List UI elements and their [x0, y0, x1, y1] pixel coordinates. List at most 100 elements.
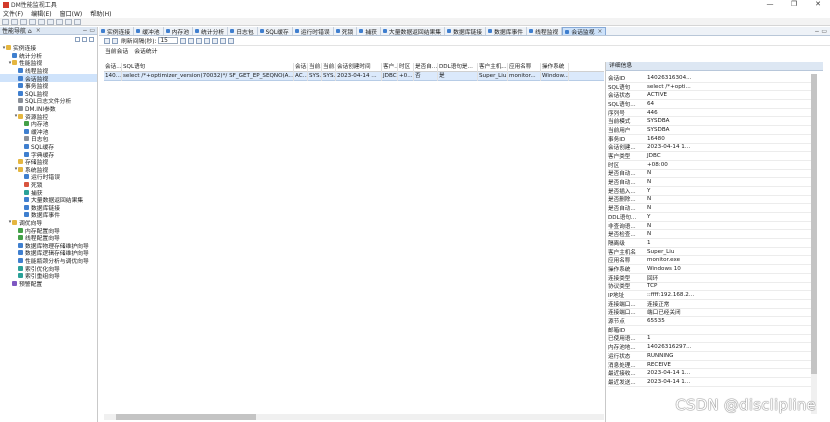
settings-icon[interactable]: [228, 37, 235, 44]
property-row[interactable]: 应用名称 monitor.exe: [608, 256, 813, 266]
link-icon[interactable]: [82, 36, 87, 42]
property-row[interactable]: 是否删除... N: [608, 196, 813, 205]
table-horizontal-scrollbar[interactable]: [104, 414, 604, 420]
tree-item[interactable]: DM.INI参数: [0, 105, 97, 113]
column-header[interactable]: 是否自...: [414, 62, 438, 72]
editor-tab[interactable]: 会话监视 ×: [562, 27, 607, 36]
property-row[interactable]: 事务ID 16480: [608, 135, 813, 144]
property-row[interactable]: 内存池地... 14026316297...: [608, 343, 813, 352]
refresh-icon[interactable]: [47, 18, 54, 25]
disconnect-icon[interactable]: [38, 18, 45, 25]
refresh-interval-stepper[interactable]: 15: [158, 37, 179, 44]
property-row[interactable]: 序列号 446: [608, 109, 813, 118]
property-row[interactable]: 连接端口... 连接正常: [608, 300, 813, 309]
property-row[interactable]: DDL语句... Y: [608, 213, 813, 222]
property-row[interactable]: 最近发送... 2023-04-14 1...: [608, 378, 813, 387]
navigation-panel-tab[interactable]: 性能导航 ⌂ × − ▭: [0, 27, 97, 35]
property-row[interactable]: 连接类型 回环: [608, 274, 813, 283]
editor-tab[interactable]: 运行时错误: [293, 27, 334, 36]
tree-item[interactable]: ▾ 性能监视: [0, 59, 97, 68]
property-row[interactable]: 客户类型 JDBC: [608, 152, 813, 161]
tree-item[interactable]: 死锁: [0, 181, 97, 189]
tree-item[interactable]: 字典缓存: [0, 150, 97, 159]
pin-icon[interactable]: [74, 18, 81, 25]
filter-icon[interactable]: [104, 37, 110, 44]
maximize-button[interactable]: ❐: [782, 0, 806, 9]
property-row[interactable]: 当前用户 SYSDBA: [608, 126, 813, 135]
stop-icon[interactable]: [196, 37, 203, 44]
column-header[interactable]: 会话...: [104, 62, 122, 72]
menu-help[interactable]: 帮助(H): [90, 9, 111, 18]
tree-item[interactable]: ▾ 实例连接: [0, 44, 97, 53]
menu-edit[interactable]: 编辑(E): [31, 9, 51, 18]
table-row[interactable]: 140... select /*+optimizer_version(70032)…: [104, 71, 604, 81]
editor-tab[interactable]: 实例连接: [99, 27, 135, 36]
editor-tab[interactable]: 捕获: [357, 27, 381, 36]
dropdown-icon[interactable]: [180, 37, 187, 44]
column-header[interactable]: 会话创建时间: [336, 62, 382, 72]
editor-tab[interactable]: 内存池: [164, 27, 194, 36]
minimize-panel-icon[interactable]: − ▭: [82, 27, 95, 34]
editor-tab[interactable]: 统计分析: [193, 27, 229, 36]
property-row[interactable]: 连接端口... 端口已经关闭: [608, 309, 813, 318]
tree-item[interactable]: 预警配置: [0, 279, 97, 288]
new-icon[interactable]: [2, 18, 9, 25]
column-header[interactable]: DDL语句是...: [438, 62, 478, 72]
column-header[interactable]: 客户主机...: [478, 62, 508, 72]
editor-tab[interactable]: SQL缓存: [258, 27, 293, 36]
tree-item[interactable]: 缓冲池: [0, 128, 97, 136]
tree-item[interactable]: 内存池: [0, 120, 97, 128]
menu-file[interactable]: 文件(F): [3, 9, 23, 18]
tree-item[interactable]: 运行时错误: [0, 173, 97, 181]
collapse-all-icon[interactable]: [75, 36, 80, 42]
property-row[interactable]: 是否自动... N: [608, 178, 813, 187]
property-row[interactable]: 运行状态 RUNNING: [608, 352, 813, 361]
chart-icon[interactable]: [212, 37, 219, 44]
back-icon[interactable]: [56, 18, 63, 25]
menu-window[interactable]: 窗口(W): [60, 9, 83, 18]
column-header[interactable]: 当前...: [308, 62, 322, 72]
forward-icon[interactable]: [65, 18, 72, 25]
export-icon[interactable]: [220, 37, 227, 44]
property-row[interactable]: 非查询语... N: [608, 222, 813, 231]
view-menu-icon[interactable]: [89, 36, 94, 42]
property-row[interactable]: IP地址::ffff:192.168.2...: [608, 291, 813, 300]
column-header[interactable]: 会话...: [294, 62, 308, 72]
detail-scrollbar-thumb[interactable]: [811, 74, 817, 374]
tree-item[interactable]: 会话监视: [0, 74, 97, 83]
property-row[interactable]: 是否自动... N: [608, 204, 813, 213]
close-icon[interactable]: ×: [36, 27, 41, 34]
connect-icon[interactable]: [29, 18, 36, 25]
property-row[interactable]: 已使用语... 1: [608, 335, 813, 344]
property-row[interactable]: 协议类型 TCP: [608, 283, 813, 292]
tree-item[interactable]: 统计分析: [0, 52, 97, 60]
tab-current-sessions[interactable]: 当前会话: [105, 46, 128, 55]
property-row[interactable]: 隔离级 1: [608, 239, 813, 248]
property-row[interactable]: 源节点 65535: [608, 317, 813, 326]
property-row[interactable]: SQL语句 select /*+opti...: [608, 83, 813, 92]
table-scrollbar-thumb[interactable]: [116, 414, 256, 420]
close-tab-icon[interactable]: ×: [598, 29, 603, 35]
property-row[interactable]: 是否插入... Y: [608, 187, 813, 196]
editor-tab[interactable]: 大量数据返回结果集: [381, 27, 446, 36]
column-header[interactable]: 应用名称: [508, 62, 541, 72]
editor-tab[interactable]: 日志包: [228, 27, 258, 36]
editor-tab[interactable]: 数据库链接: [445, 27, 487, 36]
property-row[interactable]: 是否自动... N: [608, 170, 813, 179]
start-icon[interactable]: [188, 37, 195, 44]
grid-icon[interactable]: [204, 37, 211, 44]
property-row[interactable]: 操作系统 Windows 10: [608, 265, 813, 274]
column-header[interactable]: 客户...: [382, 62, 398, 72]
detail-scrollbar[interactable]: [811, 74, 817, 414]
tree-item[interactable]: 索引重组向导: [0, 272, 97, 280]
property-row[interactable]: 客户主机名 Super_Liu: [608, 248, 813, 257]
maximize-editor-icon[interactable]: − ▭: [814, 28, 827, 35]
column-header[interactable]: SQL语句: [122, 62, 294, 72]
column-header[interactable]: 当前...: [322, 62, 336, 72]
save-icon[interactable]: [20, 18, 27, 25]
column-header[interactable]: 操作系统: [541, 62, 569, 72]
minimize-button[interactable]: —: [758, 0, 782, 9]
property-row[interactable]: 消息处理... RECEIVE: [608, 361, 813, 370]
editor-tab[interactable]: 数据库事件: [486, 27, 528, 36]
tree-item[interactable]: 存储监视: [0, 158, 97, 166]
